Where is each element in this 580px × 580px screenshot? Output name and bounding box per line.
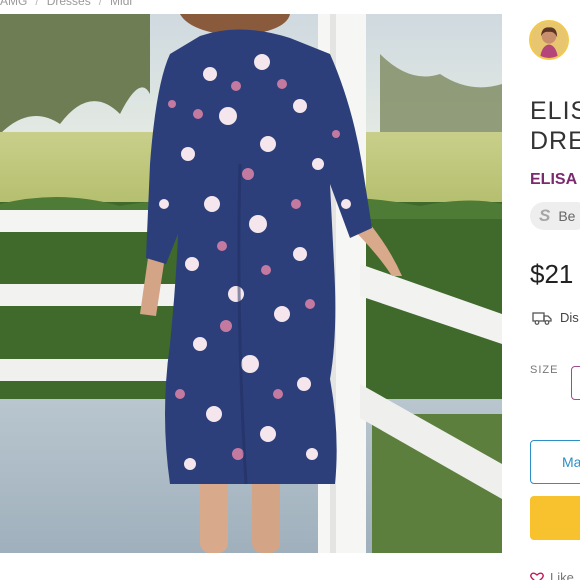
- shipping-info: Dis: [532, 310, 579, 325]
- badge-label: Be: [558, 208, 576, 224]
- truck-icon: [532, 311, 552, 325]
- breadcrumb-item-amg[interactable]: AMG: [0, 0, 27, 8]
- buy-now-button[interactable]: [530, 496, 580, 540]
- breadcrumb: AMG / Dresses / Midi: [0, 0, 132, 8]
- shipping-label: Dis: [560, 310, 579, 325]
- product-photo[interactable]: [0, 14, 502, 553]
- listing-title-line2: DRE: [530, 127, 580, 155]
- price: $21: [530, 259, 574, 289]
- breadcrumb-separator: /: [35, 0, 39, 8]
- like-button[interactable]: Like: [530, 570, 574, 580]
- listing-title: ELIS DRE: [530, 96, 580, 156]
- avatar-image: [531, 22, 567, 58]
- breadcrumb-item-dresses[interactable]: Dresses: [47, 0, 91, 8]
- size-option[interactable]: [571, 366, 580, 400]
- size-label: SIZE: [530, 364, 559, 376]
- heart-icon: [530, 572, 544, 580]
- like-label: Like: [550, 570, 574, 580]
- status-badge[interactable]: S Be: [530, 202, 580, 230]
- badge-s-icon: S: [539, 206, 551, 225]
- product-photo-image: [0, 14, 502, 553]
- breadcrumb-separator: /: [98, 0, 103, 8]
- seller-avatar[interactable]: [529, 20, 569, 60]
- breadcrumb-item-midi[interactable]: Midi: [110, 0, 132, 8]
- brand-link[interactable]: ELISA: [530, 171, 580, 189]
- listing-title-line1: ELIS: [530, 97, 580, 125]
- make-offer-button[interactable]: Ma: [530, 440, 580, 484]
